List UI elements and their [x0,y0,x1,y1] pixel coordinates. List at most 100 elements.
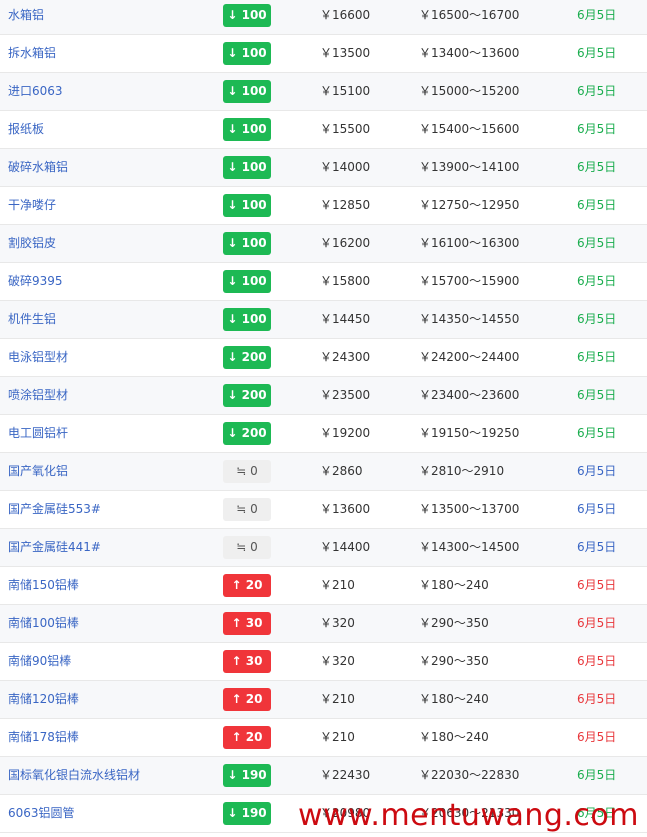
product-name-link[interactable]: 南储178铝棒 [8,719,79,756]
product-name-link[interactable]: 水箱铝 [8,0,44,34]
table-row: 报纸板 ↓ 100 ￥15500 ￥15400～15600 6月5日 [0,111,647,149]
table-row: 国产金属硅441# ≒ 0 ￥14400 ￥14300～14500 6月5日 [0,529,647,567]
product-name-link[interactable]: 电工圆铝杆 [8,415,68,452]
average-price: ￥22430 [320,768,371,782]
price-range: ￥180～240 [419,692,489,706]
average-price: ￥2860 [320,464,363,478]
quote-date: 6月5日 [577,8,617,22]
average-price: ￥16600 [320,8,371,22]
change-badge: ↓ 100 [223,4,271,27]
price-range: ￥180～240 [419,730,489,744]
product-name-link[interactable]: 割胶铝皮 [8,225,56,262]
price-range: ￥15000～15200 [419,84,520,98]
table-row: 南储178铝棒 ↑ 20 ￥210 ￥180～240 6月5日 [0,719,647,757]
average-price: ￥14400 [320,540,371,554]
change-badge: ↑ 30 [223,612,271,635]
quote-date: 6月5日 [577,46,617,60]
change-badge: ↑ 20 [223,726,271,749]
product-name-link[interactable]: 国产氧化铝 [8,453,68,490]
average-price: ￥210 [320,692,355,706]
average-price: ￥15100 [320,84,371,98]
product-name-link[interactable]: 机件生铝 [8,301,56,338]
price-range: ￥15400～15600 [419,122,520,136]
product-name-link[interactable]: 报纸板 [8,111,44,148]
change-badge: ≒ 0 [223,498,271,521]
product-name-link[interactable]: 喷涂铝型材 [8,377,68,414]
quote-date: 6月5日 [577,350,617,364]
product-name-link[interactable]: 南储100铝棒 [8,605,79,642]
table-row: 进口6063 ↓ 100 ￥15100 ￥15000～15200 6月5日 [0,73,647,111]
quote-date: 6月5日 [577,84,617,98]
table-row: 割胶铝皮 ↓ 100 ￥16200 ￥16100～16300 6月5日 [0,225,647,263]
product-name-link[interactable]: 破碎水箱铝 [8,149,68,186]
change-badge: ↓ 100 [223,156,271,179]
change-badge: ↓ 190 [223,802,271,825]
table-row: 南储120铝棒 ↑ 20 ￥210 ￥180～240 6月5日 [0,681,647,719]
table-row: 破碎水箱铝 ↓ 100 ￥14000 ￥13900～14100 6月5日 [0,149,647,187]
product-name-link[interactable]: 干净喽仔 [8,187,56,224]
price-range: ￥14350～14550 [419,312,520,326]
average-price: ￥320 [320,654,355,668]
product-name-link[interactable]: 破碎9395 [8,263,63,300]
product-name-link[interactable]: 南储120铝棒 [8,681,79,718]
average-price: ￥23500 [320,388,371,402]
change-badge: ↓ 100 [223,194,271,217]
product-name-link[interactable]: 南储150铝棒 [8,567,79,604]
price-range: ￥180～240 [419,578,489,592]
table-row: 国产氧化铝 ≒ 0 ￥2860 ￥2810～2910 6月5日 [0,453,647,491]
price-range: ￥13900～14100 [419,160,520,174]
table-row: 拆水箱铝 ↓ 100 ￥13500 ￥13400～13600 6月5日 [0,35,647,73]
quote-date: 6月5日 [577,198,617,212]
price-range: ￥13400～13600 [419,46,520,60]
product-name-link[interactable]: 电泳铝型材 [8,339,68,376]
price-range: ￥2810～2910 [419,464,505,478]
table-row: 国标氧化银白流水线铝材 ↓ 190 ￥22430 ￥22030～22830 6月5日 [0,757,647,795]
product-name-link[interactable]: 拆水箱铝 [8,35,56,72]
price-range: ￥23400～23600 [419,388,520,402]
quote-date: 6月5日 [577,616,617,630]
product-name-link[interactable]: 国标氧化银白流水线铝材 [8,757,140,794]
quote-date: 6月5日 [577,540,617,554]
change-badge: ↓ 100 [223,308,271,331]
table-row: 破碎9395 ↓ 100 ￥15800 ￥15700～15900 6月5日 [0,263,647,301]
table-row: 南储90铝棒 ↑ 30 ￥320 ￥290～350 6月5日 [0,643,647,681]
average-price: ￥13600 [320,502,371,516]
price-range: ￥24200～24400 [419,350,520,364]
average-price: ￥12850 [320,198,371,212]
product-name-link[interactable]: 国产金属硅553# [8,491,101,528]
change-badge: ↓ 200 [223,346,271,369]
table-row: 南储150铝棒 ↑ 20 ￥210 ￥180～240 6月5日 [0,567,647,605]
average-price: ￥24300 [320,350,371,364]
table-row: 国产金属硅553# ≒ 0 ￥13600 ￥13500～13700 6月5日 [0,491,647,529]
quote-date: 6月5日 [577,160,617,174]
quote-date: 6月5日 [577,122,617,136]
price-range: ￥290～350 [419,616,489,630]
product-name-link[interactable]: 6063铝圆管 [8,795,75,832]
price-table: 水箱铝 ↓ 100 ￥16600 ￥16500～16700 6月5日 拆水箱铝 ↓ 100 ￥… [0,0,647,833]
product-name-link[interactable]: 南储90铝棒 [8,643,71,680]
product-name-link[interactable]: 国产金属硅441# [8,529,101,566]
table-row: 电工圆铝杆 ↓ 200 ￥19200 ￥19150～19250 6月5日 [0,415,647,453]
quote-date: 6月5日 [577,768,617,782]
table-row: 机件生铝 ↓ 100 ￥14450 ￥14350～14550 6月5日 [0,301,647,339]
average-price: ￥320 [320,616,355,630]
change-badge: ↑ 30 [223,650,271,673]
change-badge: ↓ 190 [223,764,271,787]
change-badge: ↓ 100 [223,80,271,103]
quote-date: 6月5日 [577,388,617,402]
average-price: ￥14450 [320,312,371,326]
price-range: ￥22030～22830 [419,768,520,782]
table-row: 干净喽仔 ↓ 100 ￥12850 ￥12750～12950 6月5日 [0,187,647,225]
average-price: ￥19200 [320,426,371,440]
product-name-link[interactable]: 进口6063 [8,73,63,110]
quote-date: 6月5日 [577,426,617,440]
change-badge: ↑ 20 [223,688,271,711]
change-badge: ↓ 100 [223,42,271,65]
average-price: ￥15500 [320,122,371,136]
quote-date: 6月5日 [577,464,617,478]
change-badge: ↓ 200 [223,422,271,445]
change-badge: ↓ 100 [223,232,271,255]
change-badge: ≒ 0 [223,460,271,483]
quote-date: 6月5日 [577,502,617,516]
price-range: ￥13500～13700 [419,502,520,516]
